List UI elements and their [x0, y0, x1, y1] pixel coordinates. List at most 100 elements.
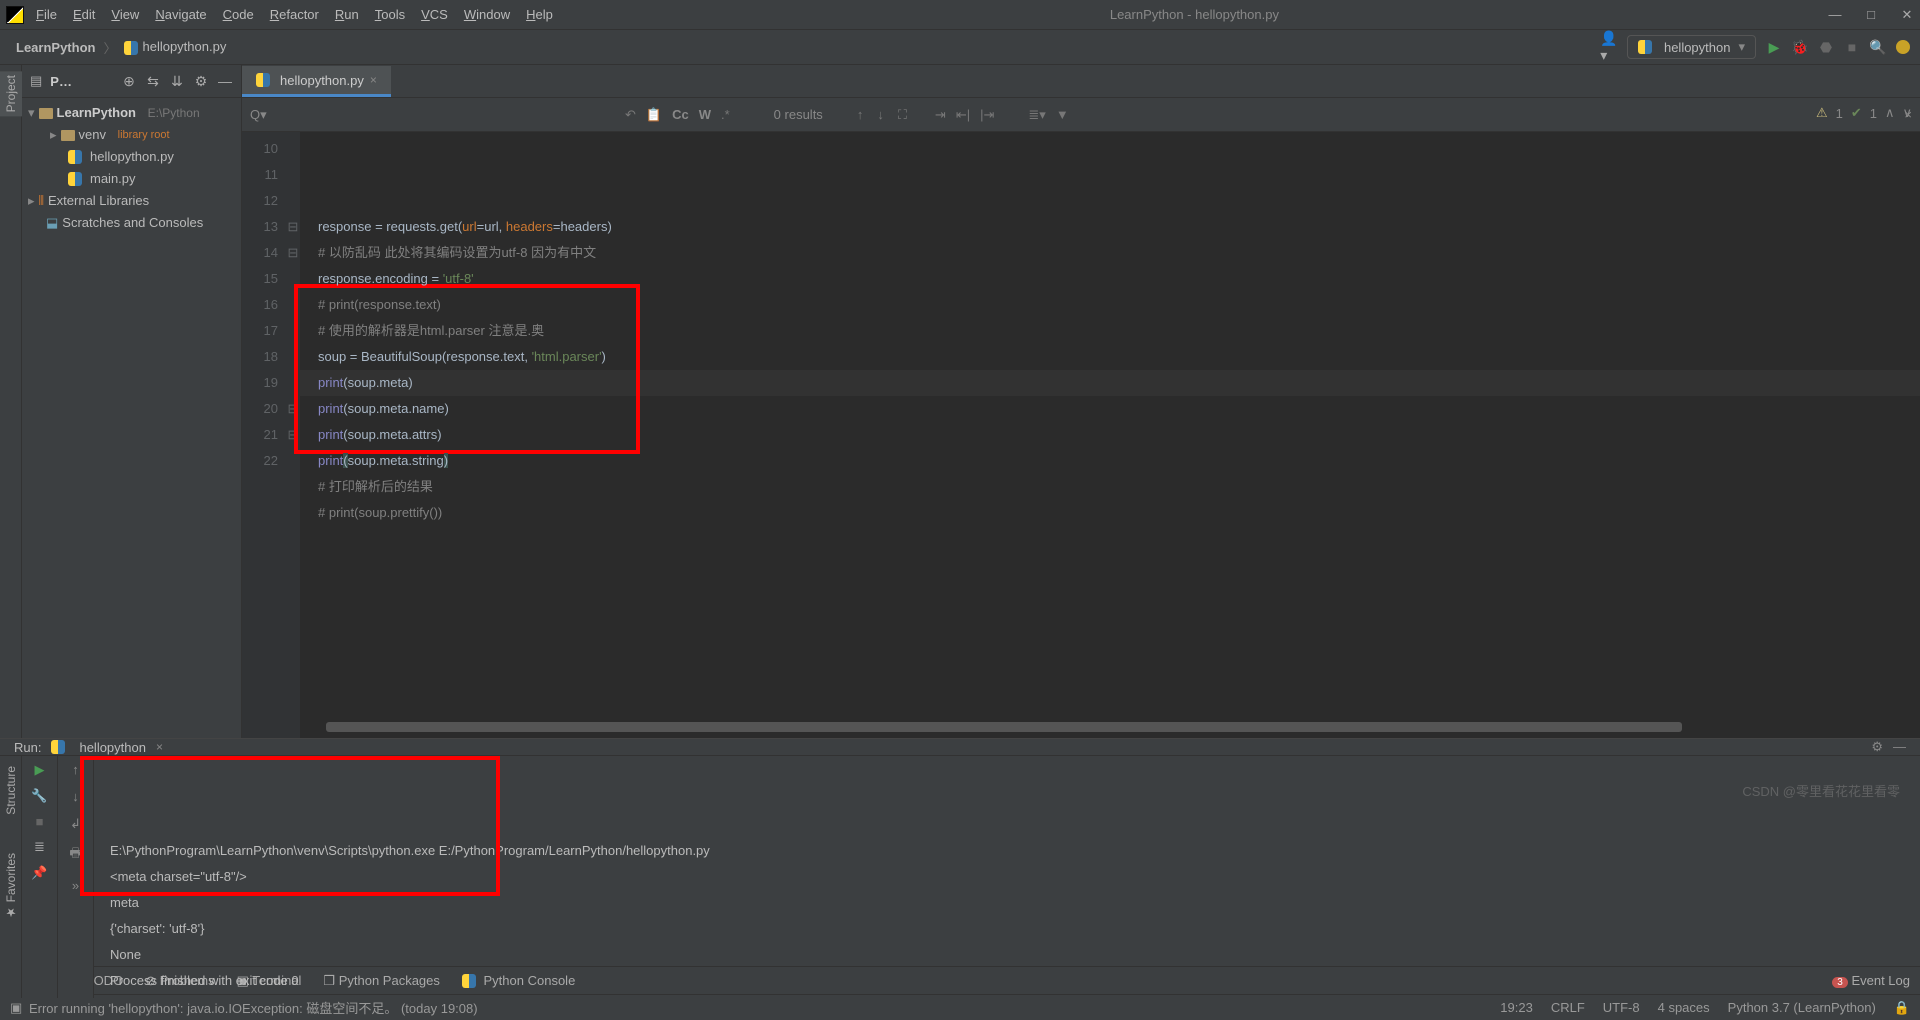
run-config-selector[interactable]: hellopython ▾ — [1627, 35, 1756, 59]
maximize-icon[interactable]: □ — [1864, 7, 1878, 23]
horizontal-scrollbar[interactable] — [286, 722, 1900, 732]
menu-tools[interactable]: Tools — [367, 3, 413, 26]
menu-window[interactable]: Window — [456, 3, 518, 26]
status-interpreter[interactable]: Python 3.7 (LearnPython) — [1728, 1000, 1876, 1016]
wrap-icon[interactable]: ↲ — [70, 816, 81, 832]
run-left-strip: Structure ★ Favorites — [0, 756, 22, 998]
status-enc[interactable]: UTF-8 — [1603, 1000, 1640, 1016]
up-icon[interactable]: ↑ — [72, 762, 79, 777]
project-view-icon: ▤ — [30, 73, 42, 89]
app-logo-icon — [6, 6, 24, 24]
stop-icon[interactable]: ■ — [1844, 39, 1860, 55]
rerun-icon[interactable]: ▶ — [35, 762, 45, 778]
gear-icon[interactable]: ⚙ — [1871, 739, 1883, 755]
python-icon — [256, 73, 270, 87]
wrench-icon[interactable]: 🔧 — [31, 788, 47, 804]
menu-help[interactable]: Help — [518, 3, 561, 26]
source-text[interactable]: response = requests.get(url=url, headers… — [300, 132, 1920, 738]
search-icon[interactable]: 🔍 — [1870, 39, 1886, 55]
tree-external-libs[interactable]: ▸ ⫴ External Libraries — [24, 190, 239, 212]
debug-icon[interactable]: 🐞 — [1792, 39, 1808, 55]
run-console[interactable]: E:\PythonProgram\LearnPython\venv\Script… — [94, 756, 1920, 998]
tree-file-main[interactable]: main.py — [24, 168, 239, 190]
close-icon[interactable]: ✕ — [1900, 7, 1914, 23]
run-label: Run: — [14, 740, 41, 755]
hide-icon[interactable]: — — [1893, 739, 1906, 755]
select-all-icon[interactable]: ⛶ — [898, 107, 907, 123]
find-word-toggle[interactable]: W — [699, 107, 711, 123]
more-icon[interactable]: » — [72, 878, 79, 893]
inspection-widget[interactable]: ⚠1 ✔1 ∧ ∨ — [1816, 105, 1912, 121]
status-indent[interactable]: 4 spaces — [1658, 1000, 1710, 1016]
find-results: 0 results — [774, 107, 823, 122]
next-match-icon[interactable]: ↓ — [877, 107, 884, 123]
layout-icon[interactable]: ≣ — [34, 839, 45, 855]
code-editor[interactable]: 10111213141516171819202122 ⊟⊟⊟⊟ response… — [242, 132, 1920, 738]
prev-match-icon[interactable]: ↑ — [857, 107, 864, 123]
project-pane: ▤ P… ⊕ ⇆ ⇊ ⚙ — ▾ LearnPython E:\Python ▸… — [22, 65, 242, 738]
tree-venv[interactable]: ▸ venv library root — [24, 124, 239, 146]
find-paste-icon[interactable]: 📋 — [646, 107, 662, 123]
python-icon — [124, 41, 138, 55]
close-runtab-icon[interactable]: × — [156, 740, 163, 754]
user-dropdown-icon[interactable]: 👤▾ — [1601, 39, 1617, 55]
tab-hellopython[interactable]: hellopython.py × — [242, 66, 391, 97]
run-toolbar-1: ▶ 🔧 ■ ≣ 📌 — [22, 756, 58, 998]
status-console-icon[interactable]: ▣ — [10, 1000, 22, 1016]
search-icon[interactable]: Q▾ — [250, 107, 264, 123]
run-icon[interactable]: ▶ — [1766, 39, 1782, 55]
add-selection-icon[interactable]: ⇥ — [935, 107, 946, 123]
target-icon[interactable]: ⊕ — [121, 73, 137, 89]
project-pane-title[interactable]: P… — [50, 74, 72, 89]
project-tool-tab[interactable]: Project — [0, 71, 22, 116]
find-prev-history-icon[interactable]: ↶ — [625, 107, 636, 123]
status-message: Error running 'hellopython': java.io.IOE… — [29, 998, 478, 1017]
close-tab-icon[interactable]: × — [370, 73, 377, 87]
sync-indicator-icon[interactable] — [1896, 40, 1910, 54]
gear-icon[interactable]: ⚙ — [193, 73, 209, 89]
warning-icon: ⚠ — [1816, 105, 1828, 121]
menu-vcs[interactable]: VCS — [413, 3, 456, 26]
project-tree[interactable]: ▾ LearnPython E:\Python ▸ venv library r… — [22, 98, 241, 238]
breadcrumb-file[interactable]: hellopython.py — [118, 37, 232, 57]
down-icon[interactable]: ↓ — [72, 789, 79, 804]
menu-edit[interactable]: Edit — [65, 3, 103, 26]
folder-icon — [39, 108, 53, 119]
scroll-top-icon[interactable]: ∧ — [1885, 105, 1895, 121]
chevron-down-icon: ▾ — [1738, 39, 1745, 55]
expand-icon[interactable]: ⇆ — [145, 73, 161, 89]
lock-icon[interactable]: 🔒 — [1894, 1000, 1910, 1016]
hide-icon[interactable]: — — [217, 73, 233, 89]
tree-project-root[interactable]: ▾ LearnPython E:\Python — [24, 102, 239, 124]
minimize-icon[interactable]: — — [1828, 7, 1842, 23]
coverage-icon[interactable]: ⬣ — [1818, 39, 1834, 55]
filter-icon[interactable]: ▼ — [1056, 107, 1069, 123]
collapse-icon[interactable]: ⇊ — [169, 73, 185, 89]
menu-navigate[interactable]: Navigate — [147, 3, 214, 26]
status-pos[interactable]: 19:23 — [1500, 1000, 1533, 1016]
editor-area: hellopython.py × Q▾ ↶ 📋 Cc W .* 0 result… — [242, 65, 1920, 738]
breadcrumb-project[interactable]: LearnPython — [10, 38, 101, 57]
fold-gutter[interactable]: ⊟⊟⊟⊟ — [286, 132, 300, 738]
stop-icon[interactable]: ■ — [36, 814, 44, 829]
find-input[interactable] — [278, 107, 608, 122]
find-regex-toggle[interactable]: .* — [721, 107, 730, 123]
status-eol[interactable]: CRLF — [1551, 1000, 1585, 1016]
menu-code[interactable]: Code — [215, 3, 262, 26]
menu-file[interactable]: File — [28, 3, 65, 26]
indent-right-icon[interactable]: |⇥ — [980, 107, 994, 123]
settings-icon[interactable]: ≣▾ — [1028, 107, 1045, 123]
indent-left-icon[interactable]: ⇤| — [956, 107, 970, 123]
print-icon[interactable]: 🖶 — [69, 844, 81, 866]
favorites-tool-tab[interactable]: ★ Favorites — [0, 849, 22, 924]
project-pane-header: ▤ P… ⊕ ⇆ ⇊ ⚙ — — [22, 65, 241, 98]
menu-refactor[interactable]: Refactor — [262, 3, 327, 26]
tree-file-hellopython[interactable]: hellopython.py — [24, 146, 239, 168]
menu-run[interactable]: Run — [327, 3, 367, 26]
scroll-bottom-icon[interactable]: ∨ — [1902, 105, 1912, 121]
tree-scratches[interactable]: ⬓ Scratches and Consoles — [24, 212, 239, 234]
structure-tool-tab[interactable]: Structure — [0, 762, 22, 819]
find-case-toggle[interactable]: Cc — [672, 107, 689, 123]
pin-icon[interactable]: 📌 — [31, 865, 47, 881]
menu-view[interactable]: View — [103, 3, 147, 26]
